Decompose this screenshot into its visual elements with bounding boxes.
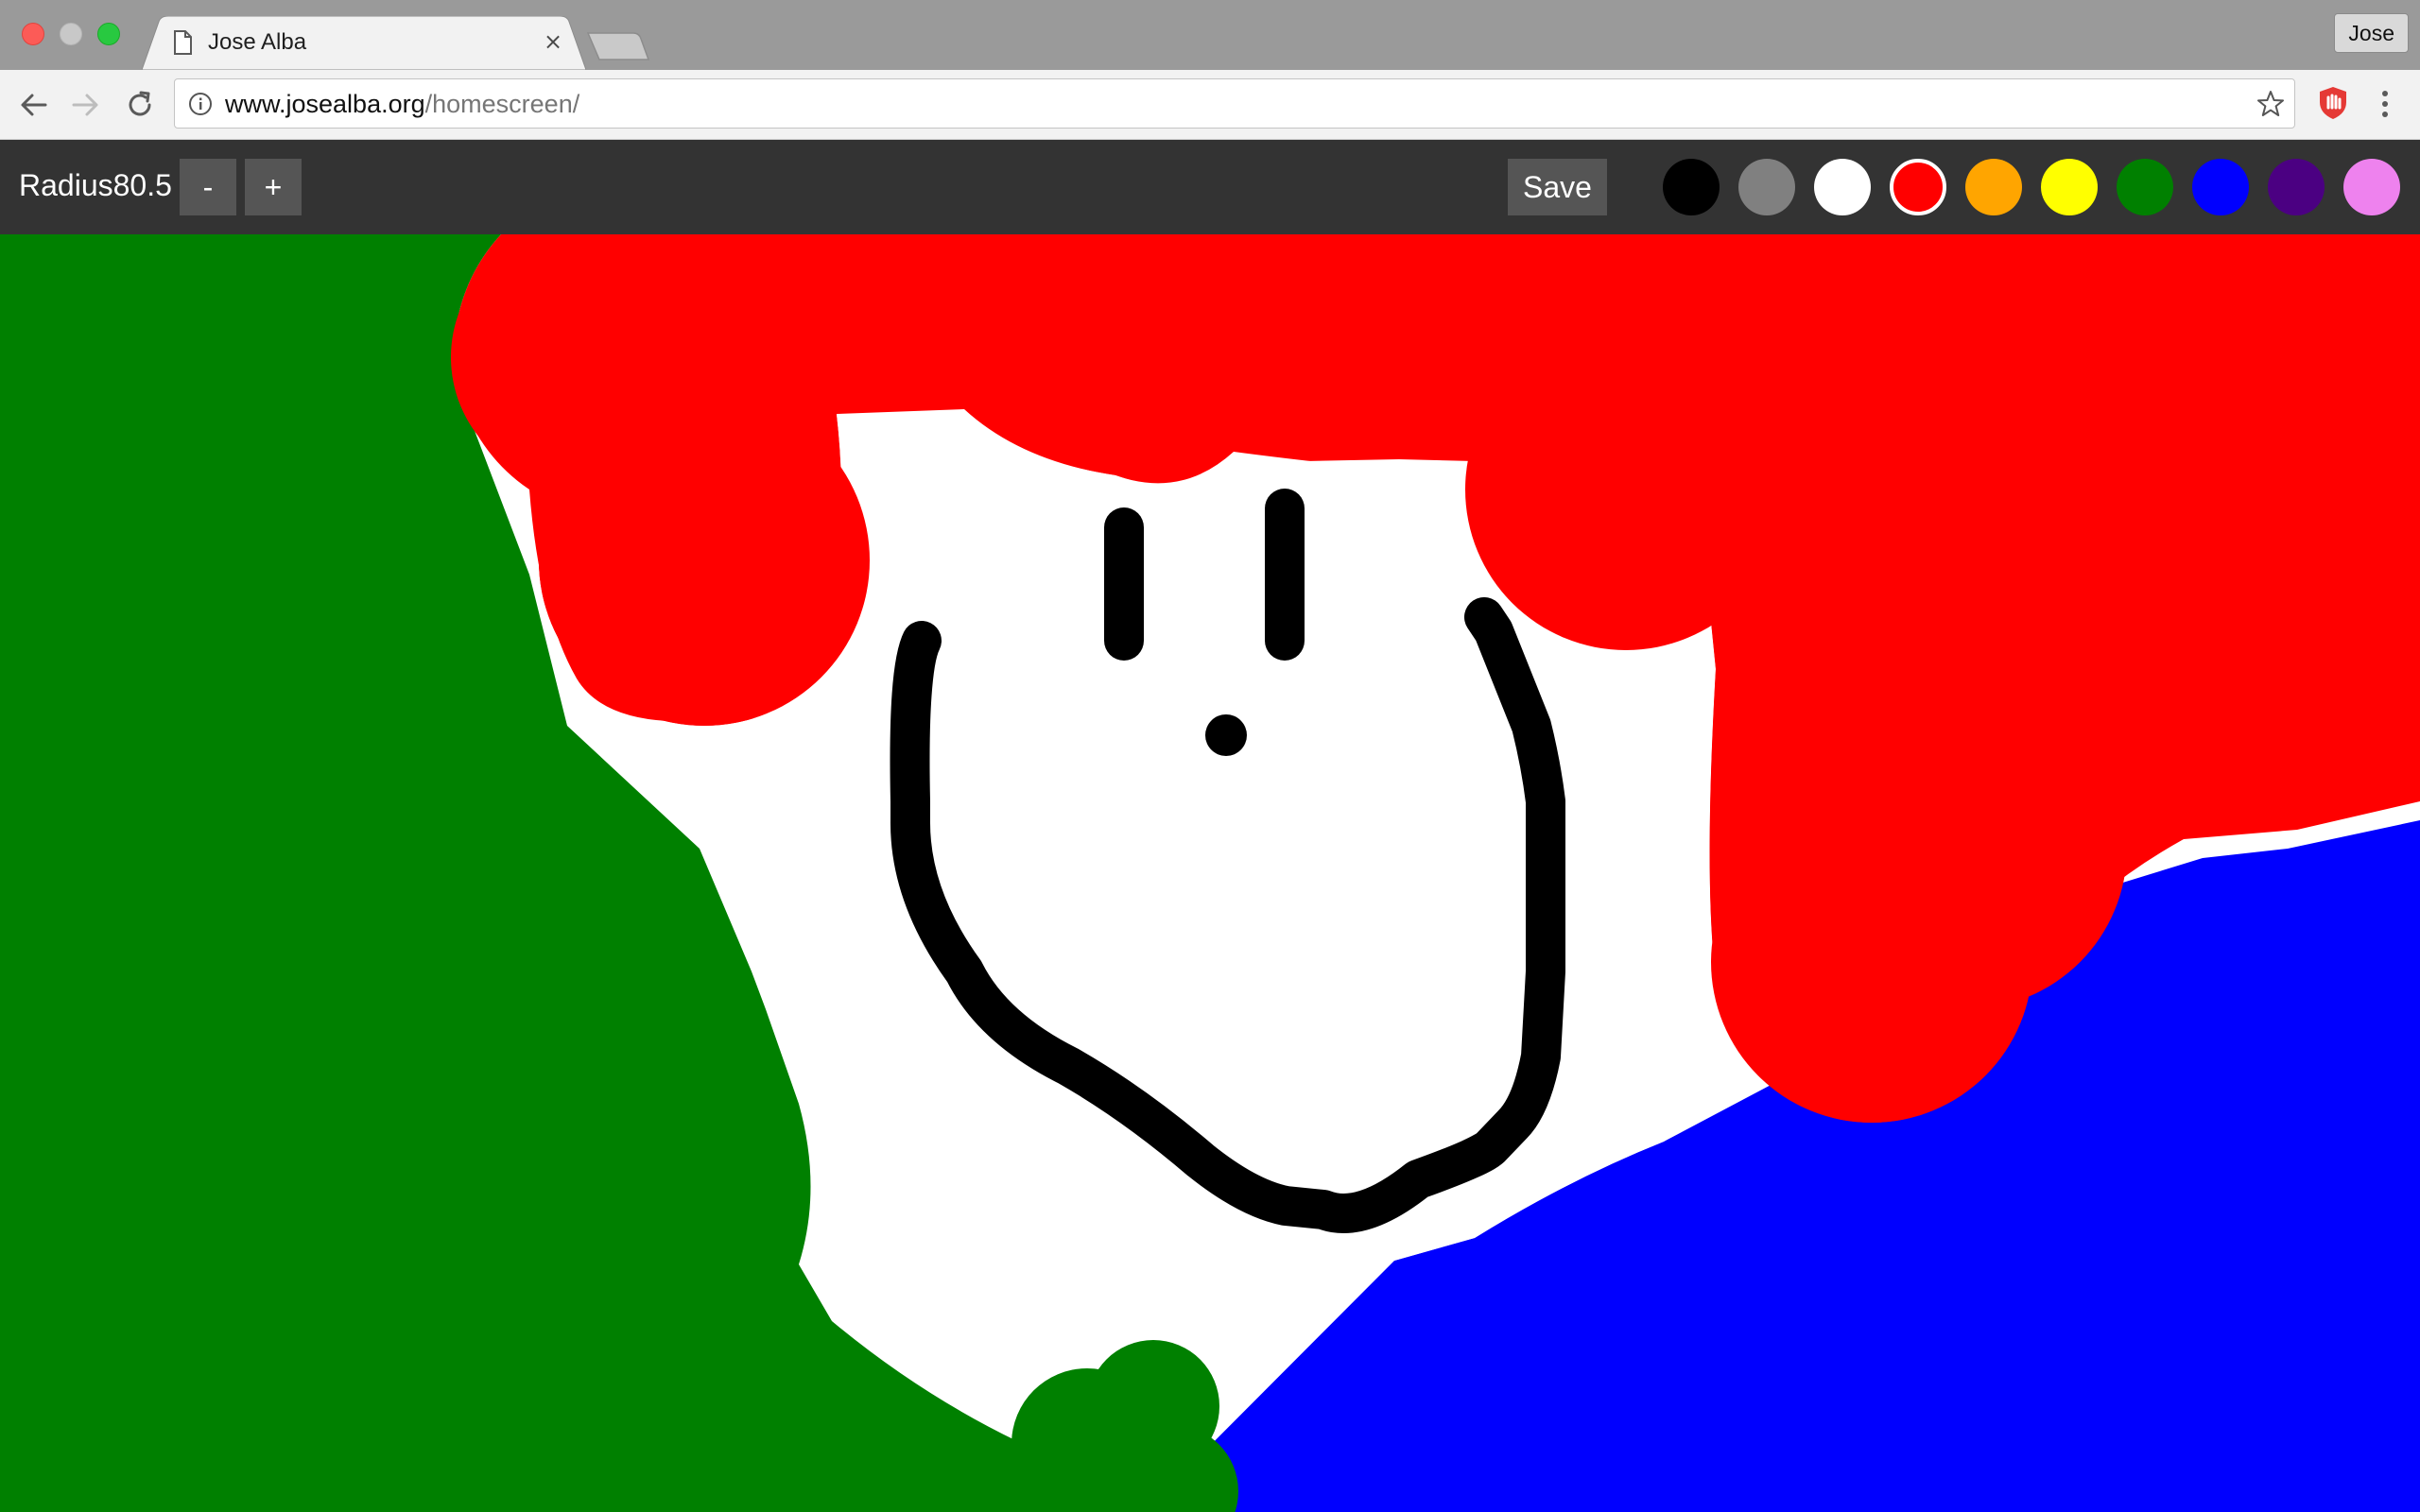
- extension-shield-icon[interactable]: [2317, 85, 2349, 121]
- url-host: www.josealba.org: [225, 90, 425, 118]
- color-swatch-blue[interactable]: [2192, 159, 2249, 215]
- red-paint-curl: [1465, 329, 1787, 650]
- paint-toolbar: Radius80.5 - + Save: [0, 140, 2420, 234]
- drawing-artwork: [0, 234, 2420, 1512]
- address-bar[interactable]: www.josealba.org/homescreen/: [174, 78, 2295, 129]
- page-icon: [174, 30, 192, 55]
- window-minimize-button[interactable]: [60, 23, 82, 45]
- save-button[interactable]: Save: [1508, 159, 1607, 215]
- drawing-canvas[interactable]: [0, 234, 2420, 1512]
- radius-decrease-button[interactable]: -: [180, 159, 236, 215]
- color-swatch-black[interactable]: [1663, 159, 1720, 215]
- color-swatch-green[interactable]: [2117, 159, 2173, 215]
- window-close-button[interactable]: [22, 23, 44, 45]
- red-paint-curl: [1049, 272, 1257, 480]
- radius-label: Radius: [19, 168, 113, 202]
- nose-dot: [1205, 714, 1247, 756]
- color-swatch-indigo[interactable]: [2268, 159, 2325, 215]
- tab-title: Jose Alba: [208, 29, 307, 55]
- profile-button[interactable]: Jose: [2334, 13, 2409, 53]
- tab-close-icon[interactable]: ×: [541, 29, 565, 54]
- window-zoom-button[interactable]: [97, 23, 120, 45]
- color-swatch-orange[interactable]: [1965, 159, 2022, 215]
- browser-toolbar: www.josealba.org/homescreen/: [0, 70, 2420, 140]
- back-arrow-icon[interactable]: [17, 88, 51, 122]
- color-swatch-red[interactable]: [1890, 159, 1946, 215]
- info-icon[interactable]: [188, 92, 213, 116]
- color-swatch-yellow[interactable]: [2041, 159, 2098, 215]
- browser-tab-active[interactable]: Jose Alba ×: [142, 16, 586, 70]
- red-paint-curl: [539, 395, 870, 726]
- bookmark-star-icon[interactable]: [2256, 90, 2285, 118]
- radius-increase-button[interactable]: +: [245, 159, 302, 215]
- red-paint-curl: [2032, 442, 2411, 820]
- color-swatch-gray[interactable]: [1738, 159, 1795, 215]
- reload-icon[interactable]: [123, 88, 157, 122]
- radius-value: 80.5: [112, 168, 172, 202]
- url-path: /homescreen/: [424, 90, 580, 118]
- kebab-menu-icon[interactable]: [2371, 87, 2399, 121]
- forward-arrow-icon[interactable]: [68, 88, 102, 122]
- radius-display: Radius80.5: [19, 166, 172, 204]
- new-tab-button[interactable]: [586, 31, 650, 61]
- color-swatch-violet[interactable]: [2343, 159, 2400, 215]
- color-swatch-white[interactable]: [1814, 159, 1871, 215]
- browser-titlebar: Jose Alba × Jose: [0, 0, 2420, 70]
- url-text[interactable]: www.josealba.org/homescreen/: [225, 89, 579, 119]
